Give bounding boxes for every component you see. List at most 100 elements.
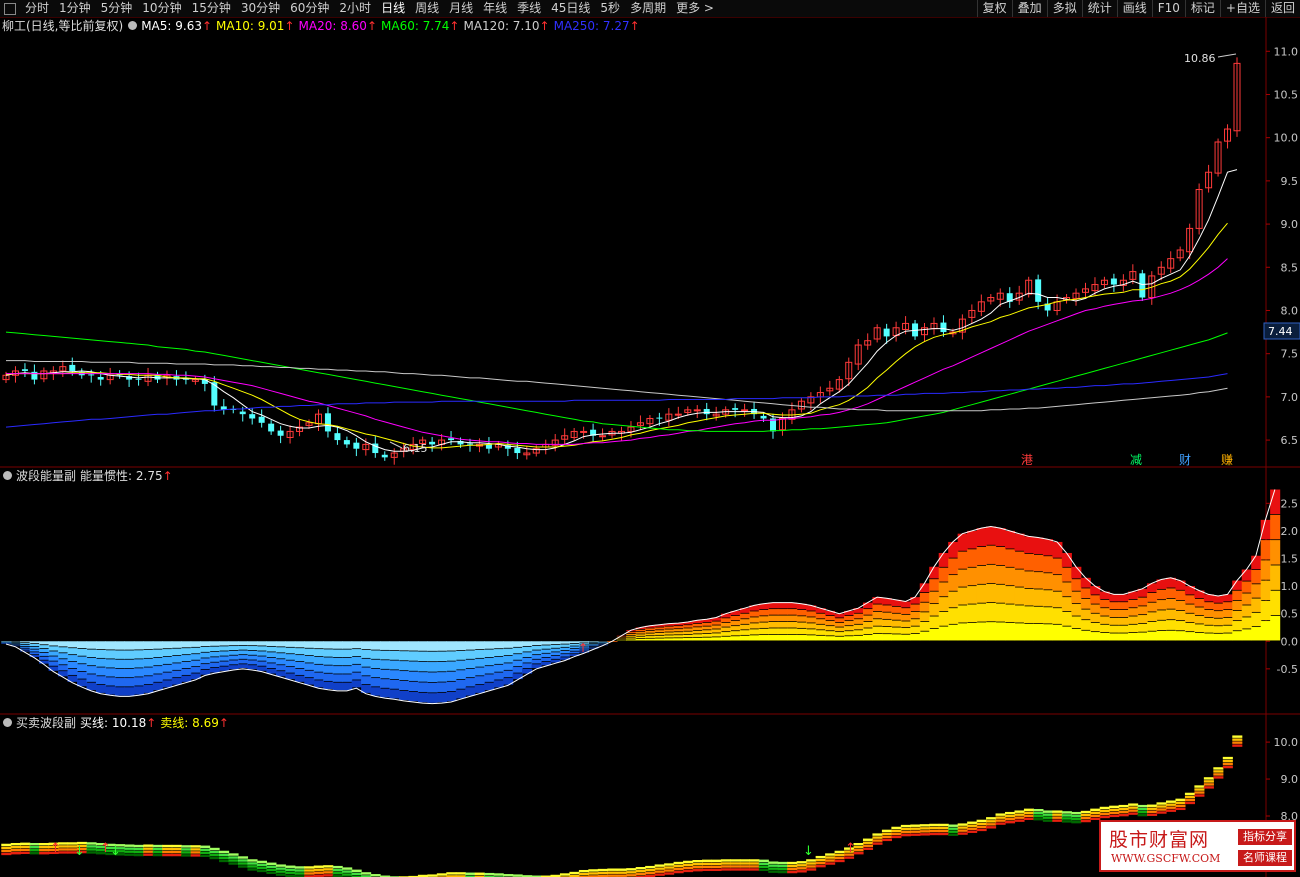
energy-bar: [1213, 611, 1224, 618]
energy-bar: [427, 672, 438, 683]
energy-bar: [957, 551, 968, 569]
buysell-band: [626, 871, 637, 874]
energy-bar: [938, 611, 949, 626]
buysell-band: [664, 866, 675, 869]
buysell-band: [967, 830, 978, 833]
energy-bar: [844, 626, 855, 631]
buysell-band: [1213, 776, 1224, 779]
energy-bar: [948, 608, 959, 624]
energy-bar: [417, 661, 428, 672]
energy-bar: [181, 641, 192, 648]
buysell-band: [796, 867, 807, 870]
energy-bar: [1241, 593, 1252, 605]
energy-bar: [361, 658, 372, 667]
buysell-band: [1156, 808, 1167, 811]
energy-bar: [626, 635, 637, 637]
buysell-band: [1137, 807, 1148, 811]
buysell-band: [1080, 810, 1091, 814]
buysell-band: [995, 822, 1006, 825]
buysell-band: [200, 854, 211, 857]
high-price-label: 10.86: [1184, 52, 1216, 65]
energy-bar: [380, 660, 391, 669]
energy-bar: [929, 579, 940, 591]
energy-bar: [1147, 602, 1158, 612]
buysell-band: [976, 828, 987, 832]
buysell-band: [171, 853, 182, 857]
buysell-band: [654, 867, 665, 870]
buysell-band: [1222, 759, 1233, 763]
buysell-band: [607, 868, 618, 871]
buysell-band: [219, 850, 230, 854]
buysell-band: [313, 865, 324, 868]
energy-bar: [919, 602, 930, 612]
energy-bar: [1042, 539, 1053, 556]
energy-bar: [58, 641, 69, 647]
watermark-cn: 股市财富网: [1109, 829, 1210, 851]
energy-bar: [1118, 633, 1129, 641]
energy-bar: [1222, 633, 1233, 641]
energy-bar: [408, 661, 419, 671]
y-tick-label: 9.0: [1281, 218, 1299, 231]
energy-bar: [1260, 540, 1271, 560]
energy-bar: [361, 667, 372, 676]
energy-bar: [749, 611, 760, 617]
candle-body: [69, 364, 76, 371]
energy-bar: [39, 648, 50, 653]
energy-bar: [398, 680, 410, 691]
energy-bar: [95, 684, 107, 693]
energy-bar: [995, 603, 1006, 622]
candle-body: [703, 408, 710, 415]
energy-bar: [806, 623, 817, 629]
buysell-band: [1005, 811, 1016, 815]
energy-bar: [48, 646, 59, 651]
buysell-band: [891, 835, 902, 839]
candle-body: [334, 433, 341, 441]
stock-chart[interactable]: 6.5 7.0 7.5 8.0 8.5 9.0 9.5 10.0 10.5 11.0 2.5 2.0 1…: [0, 0, 1300, 877]
energy-bar: [1033, 606, 1044, 624]
energy-bar: [815, 624, 826, 630]
buysell-band: [247, 862, 258, 865]
energy-bar: [436, 651, 447, 662]
energy-bar: [929, 628, 940, 641]
buysell-band: [834, 856, 845, 860]
energy-bar: [29, 646, 40, 649]
energy-bar: [825, 621, 836, 626]
energy-bar: [673, 632, 684, 635]
buysell-band: [143, 853, 154, 856]
buysell-band: [1061, 820, 1072, 823]
energy-bar: [1061, 582, 1072, 597]
energy-bar: [1109, 602, 1120, 610]
energy-bar: [825, 636, 836, 641]
y-tick-label: 1.5: [1281, 552, 1299, 565]
energy-bar: [976, 584, 987, 603]
energy-bar: [531, 650, 542, 655]
buysell-band: [948, 833, 959, 836]
buysell-band: [654, 864, 665, 867]
energy-bar: [256, 641, 268, 646]
buysell-band: [815, 855, 826, 859]
energy-bar: [417, 641, 428, 651]
energy-bar: [162, 641, 173, 649]
buysell-band: [1, 852, 12, 856]
energy-bar: [1213, 626, 1224, 633]
energy-bar: [692, 623, 703, 627]
energy-bar: [332, 666, 343, 674]
energy-bar: [730, 626, 741, 631]
buysell-band: [938, 826, 949, 830]
energy-bar: [701, 622, 713, 626]
energy-bar: [929, 604, 940, 616]
buysell-band: [86, 848, 97, 851]
energy-bar: [1203, 633, 1214, 641]
buysell-band: [39, 848, 50, 852]
energy-bar: [323, 665, 334, 673]
energy-bar: [645, 628, 656, 631]
energy-bar: [455, 641, 466, 651]
energy-bar: [275, 671, 286, 677]
buysell-band: [1099, 815, 1110, 819]
energy-bar: [1194, 607, 1205, 616]
energy-bar: [228, 665, 239, 670]
energy-bar: [370, 659, 381, 669]
energy-bar: [1213, 603, 1224, 611]
energy-bar: [1071, 604, 1082, 616]
energy-bar: [200, 646, 211, 652]
